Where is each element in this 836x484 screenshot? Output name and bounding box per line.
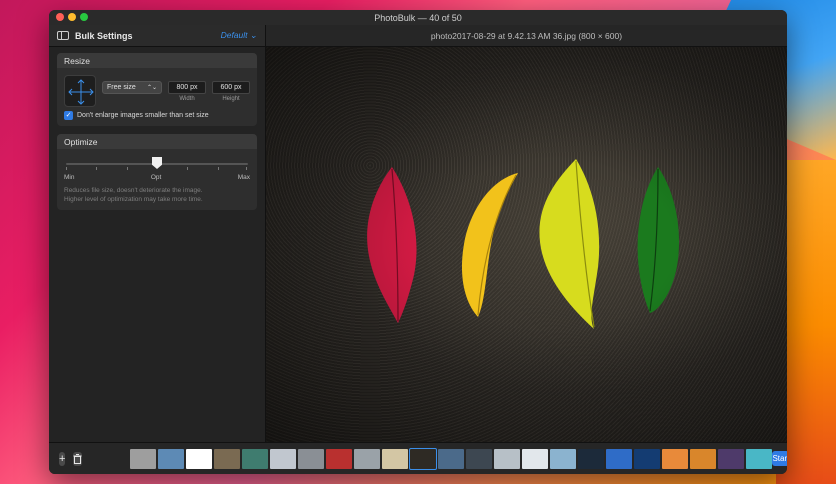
thumbnail[interactable] <box>746 448 773 469</box>
yellow-leaf <box>461 173 518 317</box>
thumbnail[interactable] <box>466 448 493 469</box>
thumbnail[interactable] <box>186 448 213 469</box>
thumbnail[interactable] <box>494 448 521 469</box>
thumbnail[interactable] <box>158 448 185 469</box>
height-group: 600 px Height <box>212 81 250 102</box>
resize-mode-select[interactable]: Free size ⌃⌄ <box>102 81 162 94</box>
resize-controls: Free size ⌃⌄ 800 px Width 600 px Height <box>64 75 250 107</box>
settings-sidebar: Resize Free size ⌃⌄ 800 px Width 600 px … <box>49 47 266 442</box>
optimization-slider[interactable] <box>66 157 248 173</box>
resize-panel: Resize Free size ⌃⌄ 800 px Width 600 px … <box>57 53 257 126</box>
slider-tick <box>96 167 98 170</box>
thumbnail[interactable] <box>382 448 409 469</box>
traffic-lights <box>56 13 88 21</box>
thumbnail-strip <box>130 447 773 470</box>
thumbnail[interactable] <box>298 448 325 469</box>
close-button[interactable] <box>56 13 64 21</box>
thumbnail[interactable] <box>214 448 241 469</box>
file-name-label: photo2017-08-29 at 9.42.13 AM 36.jpg (80… <box>430 30 623 41</box>
slider-max-label: Max <box>237 174 250 181</box>
trash-icon <box>73 453 82 464</box>
red-leaf <box>367 167 417 323</box>
image-preview <box>266 47 787 442</box>
optimize-description-line: Reduces file size, doesn't deteriorate t… <box>64 187 203 194</box>
thumbnail[interactable] <box>326 448 353 469</box>
select-arrows-icon: ⌃⌄ <box>146 85 157 91</box>
preset-dropdown[interactable]: Default ⌄ <box>221 30 257 41</box>
toolbar: Bulk Settings Default ⌄ photo2017-08-29 … <box>49 25 787 47</box>
thumbnail-selected[interactable] <box>409 447 438 470</box>
thumbnail[interactable] <box>438 448 465 469</box>
thumbnail[interactable] <box>550 448 577 469</box>
thumbnail[interactable] <box>634 448 661 469</box>
width-group: 800 px Width <box>168 81 206 102</box>
optimize-panel: Optimize Min Opt Max Reduces file size, … <box>57 134 257 210</box>
optimize-body: Min Opt Max Reduces file size, doesn't d… <box>57 149 257 210</box>
slider-tick <box>217 167 219 170</box>
thumbnail[interactable] <box>606 448 633 469</box>
optimize-description: Reduces file size, doesn't deteriorate t… <box>64 186 250 204</box>
window-title: PhotoBulk — 40 of 50 <box>374 12 462 23</box>
slider-min-label: Min <box>64 174 75 181</box>
slider-opt-label: Opt <box>150 174 162 181</box>
dont-enlarge-checkbox[interactable]: ✓ <box>64 111 73 120</box>
title-bar: PhotoBulk — 40 of 50 <box>49 10 787 25</box>
start-button[interactable]: Start <box>772 451 787 466</box>
resize-mode-value: Free size <box>107 84 136 91</box>
thumbnail[interactable] <box>718 448 745 469</box>
slider-thumb[interactable] <box>152 157 162 169</box>
resize-header[interactable]: Resize <box>57 53 257 68</box>
thumbnail[interactable] <box>522 448 549 469</box>
thumbnail[interactable] <box>270 448 297 469</box>
resize-arrows-icon <box>64 75 96 107</box>
app-window: PhotoBulk — 40 of 50 Bulk Settings Defau… <box>49 10 787 474</box>
main-area: Resize Free size ⌃⌄ 800 px Width 600 px … <box>49 47 787 442</box>
add-button[interactable]: + <box>59 451 66 466</box>
slider-tick <box>187 167 189 170</box>
thumbnail[interactable] <box>242 448 269 469</box>
bulk-settings-title: Bulk Settings <box>75 30 133 41</box>
optimize-header[interactable]: Optimize <box>57 134 257 149</box>
dont-enlarge-row: ✓ Don't enlarge images smaller than set … <box>64 111 250 120</box>
dont-enlarge-label[interactable]: Don't enlarge images smaller than set si… <box>77 112 209 119</box>
green-leaf <box>637 167 680 313</box>
slider-labels: Min Opt Max <box>64 174 250 181</box>
sidebar-toggle-icon[interactable] <box>57 31 69 40</box>
lime-leaf <box>539 159 600 329</box>
thumbnail[interactable] <box>662 448 689 469</box>
slider-tick <box>66 167 67 170</box>
width-field[interactable]: 800 px <box>168 81 206 94</box>
height-label: Height <box>222 96 240 102</box>
zoom-button[interactable] <box>80 13 88 21</box>
bottom-bar: + Start <box>49 442 787 474</box>
thumbnail[interactable] <box>354 448 381 469</box>
width-label: Width <box>179 96 195 102</box>
height-field[interactable]: 600 px <box>212 81 250 94</box>
thumbnail[interactable] <box>578 448 605 469</box>
thumbnail[interactable] <box>130 448 157 469</box>
slider-tick <box>126 167 128 170</box>
slider-tick <box>246 167 248 170</box>
optimize-description-line: Higher level of optimization may take mo… <box>64 196 203 203</box>
preview-header: photo2017-08-29 at 9.42.13 AM 36.jpg (80… <box>266 25 787 46</box>
resize-body: Free size ⌃⌄ 800 px Width 600 px Height <box>57 68 257 126</box>
sidebar-header: Bulk Settings Default ⌄ <box>49 25 266 46</box>
delete-button[interactable] <box>73 451 83 466</box>
minimize-button[interactable] <box>68 13 76 21</box>
thumbnail[interactable] <box>690 448 717 469</box>
